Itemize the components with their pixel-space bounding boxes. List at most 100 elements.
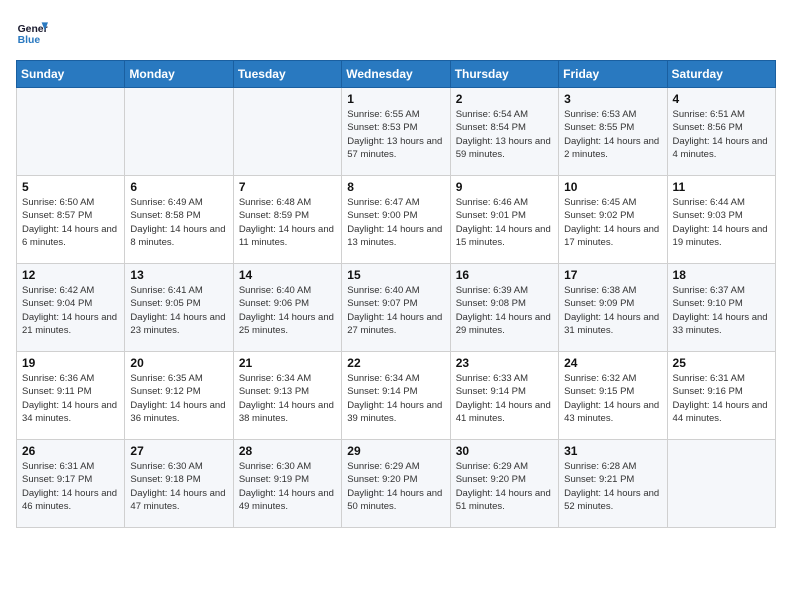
cell-info: Sunrise: 6:34 AM Sunset: 9:14 PM Dayligh… [347, 372, 444, 425]
cell-info: Sunrise: 6:29 AM Sunset: 9:20 PM Dayligh… [347, 460, 444, 513]
logo: General Blue [16, 16, 48, 48]
cell-info: Sunrise: 6:30 AM Sunset: 9:19 PM Dayligh… [239, 460, 336, 513]
calendar-cell: 9 Sunrise: 6:46 AM Sunset: 9:01 PM Daylig… [450, 176, 558, 264]
day-number: 29 [347, 444, 444, 458]
calendar-cell [233, 88, 341, 176]
cell-info: Sunrise: 6:31 AM Sunset: 9:17 PM Dayligh… [22, 460, 119, 513]
cell-info: Sunrise: 6:40 AM Sunset: 9:06 PM Dayligh… [239, 284, 336, 337]
day-number: 28 [239, 444, 336, 458]
calendar-cell: 12 Sunrise: 6:42 AM Sunset: 9:04 PM Dayli… [17, 264, 125, 352]
day-number: 8 [347, 180, 444, 194]
day-number: 1 [347, 92, 444, 106]
day-header-monday: Monday [125, 61, 233, 88]
cell-info: Sunrise: 6:46 AM Sunset: 9:01 PM Dayligh… [456, 196, 553, 249]
day-number: 5 [22, 180, 119, 194]
calendar-cell: 10 Sunrise: 6:45 AM Sunset: 9:02 PM Dayli… [559, 176, 667, 264]
calendar-cell [17, 88, 125, 176]
calendar-cell: 4 Sunrise: 6:51 AM Sunset: 8:56 PM Daylig… [667, 88, 775, 176]
calendar-cell: 7 Sunrise: 6:48 AM Sunset: 8:59 PM Daylig… [233, 176, 341, 264]
cell-info: Sunrise: 6:45 AM Sunset: 9:02 PM Dayligh… [564, 196, 661, 249]
day-number: 16 [456, 268, 553, 282]
cell-info: Sunrise: 6:32 AM Sunset: 9:15 PM Dayligh… [564, 372, 661, 425]
day-number: 12 [22, 268, 119, 282]
day-number: 19 [22, 356, 119, 370]
cell-info: Sunrise: 6:30 AM Sunset: 9:18 PM Dayligh… [130, 460, 227, 513]
calendar-cell: 30 Sunrise: 6:29 AM Sunset: 9:20 PM Dayli… [450, 440, 558, 528]
day-number: 25 [673, 356, 770, 370]
calendar-cell: 31 Sunrise: 6:28 AM Sunset: 9:21 PM Dayli… [559, 440, 667, 528]
cell-info: Sunrise: 6:35 AM Sunset: 9:12 PM Dayligh… [130, 372, 227, 425]
day-number: 4 [673, 92, 770, 106]
cell-info: Sunrise: 6:44 AM Sunset: 9:03 PM Dayligh… [673, 196, 770, 249]
calendar-header: SundayMondayTuesdayWednesdayThursdayFrid… [17, 61, 776, 88]
calendar-week-4: 19Sunrise: 6:36 AM Sunset: 9:11 PM Dayli… [17, 352, 776, 440]
day-number: 26 [22, 444, 119, 458]
cell-info: Sunrise: 6:38 AM Sunset: 9:09 PM Dayligh… [564, 284, 661, 337]
cell-info: Sunrise: 6:34 AM Sunset: 9:13 PM Dayligh… [239, 372, 336, 425]
day-number: 7 [239, 180, 336, 194]
day-number: 17 [564, 268, 661, 282]
calendar-cell: 8 Sunrise: 6:47 AM Sunset: 9:00 PM Daylig… [342, 176, 450, 264]
cell-info: Sunrise: 6:40 AM Sunset: 9:07 PM Dayligh… [347, 284, 444, 337]
day-header-sunday: Sunday [17, 61, 125, 88]
calendar-cell: 13Sunrise: 6:41 AM Sunset: 9:05 PM Dayli… [125, 264, 233, 352]
calendar-cell: 27Sunrise: 6:30 AM Sunset: 9:18 PM Dayli… [125, 440, 233, 528]
page-header: General Blue [16, 16, 776, 48]
calendar-cell: 11 Sunrise: 6:44 AM Sunset: 9:03 PM Dayli… [667, 176, 775, 264]
calendar-week-3: 12 Sunrise: 6:42 AM Sunset: 9:04 PM Dayli… [17, 264, 776, 352]
day-number: 6 [130, 180, 227, 194]
calendar-cell: 6 Sunrise: 6:49 AM Sunset: 8:58 PM Daylig… [125, 176, 233, 264]
calendar-cell: 25 Sunrise: 6:31 AM Sunset: 9:16 PM Dayli… [667, 352, 775, 440]
day-header-wednesday: Wednesday [342, 61, 450, 88]
calendar-cell: 3Sunrise: 6:53 AM Sunset: 8:55 PM Daylig… [559, 88, 667, 176]
calendar-cell: 29 Sunrise: 6:29 AM Sunset: 9:20 PM Dayli… [342, 440, 450, 528]
day-number: 22 [347, 356, 444, 370]
calendar-week-1: 1 Sunrise: 6:55 AM Sunset: 8:53 PM Daylig… [17, 88, 776, 176]
calendar-table: SundayMondayTuesdayWednesdayThursdayFrid… [16, 60, 776, 528]
calendar-cell: 22 Sunrise: 6:34 AM Sunset: 9:14 PM Dayli… [342, 352, 450, 440]
day-number: 13 [130, 268, 227, 282]
day-header-friday: Friday [559, 61, 667, 88]
day-header-tuesday: Tuesday [233, 61, 341, 88]
cell-info: Sunrise: 6:29 AM Sunset: 9:20 PM Dayligh… [456, 460, 553, 513]
logo-icon: General Blue [16, 16, 48, 48]
calendar-week-2: 5Sunrise: 6:50 AM Sunset: 8:57 PM Daylig… [17, 176, 776, 264]
day-number: 11 [673, 180, 770, 194]
calendar-cell: 20Sunrise: 6:35 AM Sunset: 9:12 PM Dayli… [125, 352, 233, 440]
cell-info: Sunrise: 6:47 AM Sunset: 9:00 PM Dayligh… [347, 196, 444, 249]
cell-info: Sunrise: 6:55 AM Sunset: 8:53 PM Dayligh… [347, 108, 444, 161]
cell-info: Sunrise: 6:31 AM Sunset: 9:16 PM Dayligh… [673, 372, 770, 425]
day-number: 15 [347, 268, 444, 282]
calendar-cell: 21Sunrise: 6:34 AM Sunset: 9:13 PM Dayli… [233, 352, 341, 440]
day-number: 14 [239, 268, 336, 282]
day-number: 2 [456, 92, 553, 106]
calendar-cell: 5Sunrise: 6:50 AM Sunset: 8:57 PM Daylig… [17, 176, 125, 264]
calendar-cell: 24Sunrise: 6:32 AM Sunset: 9:15 PM Dayli… [559, 352, 667, 440]
cell-info: Sunrise: 6:54 AM Sunset: 8:54 PM Dayligh… [456, 108, 553, 161]
calendar-cell: 26 Sunrise: 6:31 AM Sunset: 9:17 PM Dayli… [17, 440, 125, 528]
cell-info: Sunrise: 6:51 AM Sunset: 8:56 PM Dayligh… [673, 108, 770, 161]
cell-info: Sunrise: 6:37 AM Sunset: 9:10 PM Dayligh… [673, 284, 770, 337]
day-number: 18 [673, 268, 770, 282]
calendar-cell: 15 Sunrise: 6:40 AM Sunset: 9:07 PM Dayli… [342, 264, 450, 352]
day-number: 9 [456, 180, 553, 194]
calendar-cell: 23Sunrise: 6:33 AM Sunset: 9:14 PM Dayli… [450, 352, 558, 440]
cell-info: Sunrise: 6:42 AM Sunset: 9:04 PM Dayligh… [22, 284, 119, 337]
calendar-cell [125, 88, 233, 176]
calendar-cell: 17 Sunrise: 6:38 AM Sunset: 9:09 PM Dayli… [559, 264, 667, 352]
day-number: 30 [456, 444, 553, 458]
day-number: 31 [564, 444, 661, 458]
cell-info: Sunrise: 6:48 AM Sunset: 8:59 PM Dayligh… [239, 196, 336, 249]
day-header-thursday: Thursday [450, 61, 558, 88]
cell-info: Sunrise: 6:33 AM Sunset: 9:14 PM Dayligh… [456, 372, 553, 425]
calendar-cell: 28 Sunrise: 6:30 AM Sunset: 9:19 PM Dayli… [233, 440, 341, 528]
calendar-cell: 19Sunrise: 6:36 AM Sunset: 9:11 PM Dayli… [17, 352, 125, 440]
calendar-cell: 16Sunrise: 6:39 AM Sunset: 9:08 PM Dayli… [450, 264, 558, 352]
calendar-cell: 18 Sunrise: 6:37 AM Sunset: 9:10 PM Dayli… [667, 264, 775, 352]
day-number: 10 [564, 180, 661, 194]
cell-info: Sunrise: 6:28 AM Sunset: 9:21 PM Dayligh… [564, 460, 661, 513]
calendar-cell: 1 Sunrise: 6:55 AM Sunset: 8:53 PM Daylig… [342, 88, 450, 176]
calendar-week-5: 26 Sunrise: 6:31 AM Sunset: 9:17 PM Dayli… [17, 440, 776, 528]
calendar-cell [667, 440, 775, 528]
cell-info: Sunrise: 6:49 AM Sunset: 8:58 PM Dayligh… [130, 196, 227, 249]
